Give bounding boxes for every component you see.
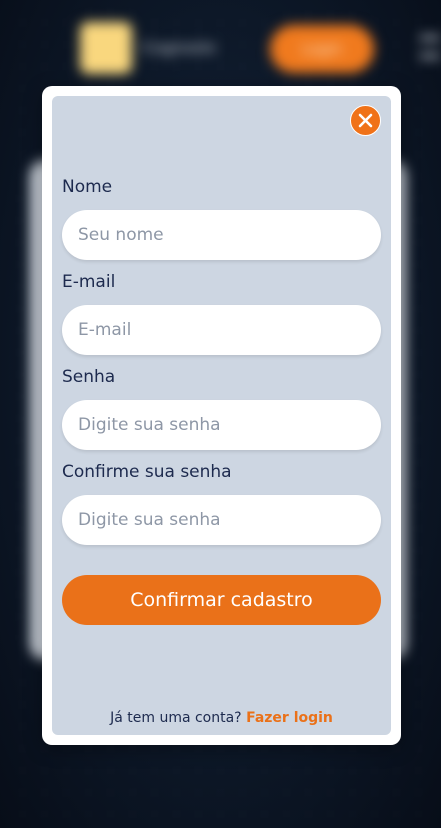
signup-modal: Nome E-mail Senha Confirme sua senha Con…: [42, 86, 401, 745]
email-input[interactable]: [62, 305, 381, 355]
confirm-password-label: Confirme sua senha: [62, 462, 232, 482]
confirm-signup-button[interactable]: Confirmar cadastro: [62, 575, 381, 625]
close-icon: [358, 113, 373, 128]
close-button[interactable]: [350, 105, 381, 136]
login-link[interactable]: Fazer login: [246, 710, 333, 726]
name-label: Nome: [62, 177, 113, 197]
menu-icon: [420, 36, 440, 58]
name-input[interactable]: [62, 210, 381, 260]
login-prompt: Já tem uma conta? Fazer login: [52, 710, 391, 726]
signup-form: Nome E-mail Senha Confirme sua senha Con…: [52, 96, 391, 735]
login-prompt-text: Já tem uma conta?: [110, 710, 242, 726]
confirm-password-input[interactable]: [62, 495, 381, 545]
background-logo: [80, 22, 132, 74]
password-label: Senha: [62, 367, 116, 387]
background-logo-text: Cognoslo: [142, 38, 216, 57]
background-login-button: Login: [270, 25, 374, 73]
email-label: E-mail: [62, 272, 116, 292]
password-input[interactable]: [62, 400, 381, 450]
